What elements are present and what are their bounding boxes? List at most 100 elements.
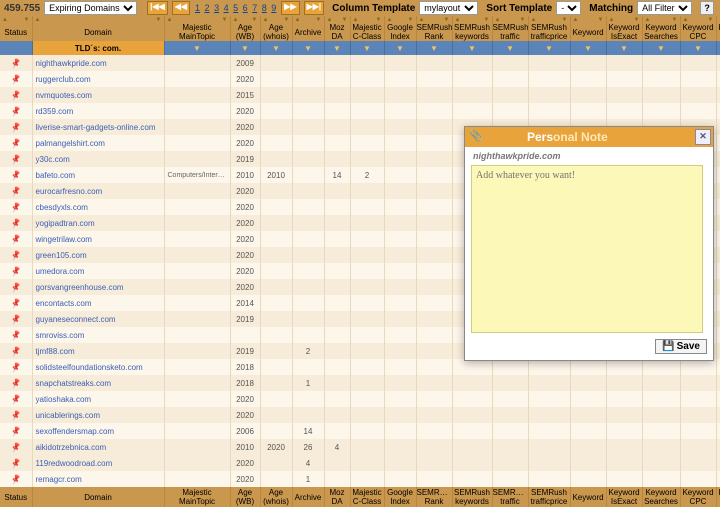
col-footer[interactable]: Age(whois) xyxy=(260,487,292,507)
pin-icon[interactable]: 📌 xyxy=(10,201,22,213)
col-header[interactable]: ▲▼KeywordCPC xyxy=(680,16,716,41)
sort-asc-icon[interactable]: ▲ xyxy=(573,17,579,23)
col-footer[interactable]: SEMRushkeywords xyxy=(452,487,492,507)
filter-icon[interactable]: ▼ xyxy=(333,44,341,53)
filter-icon[interactable]: ▼ xyxy=(468,44,476,53)
nav-first-button[interactable]: |◀◀ xyxy=(147,1,168,15)
col-footer[interactable]: KeywordValue xyxy=(716,487,720,507)
filter-cell[interactable]: ▼ xyxy=(324,41,350,55)
domain-link[interactable]: liverise-smart-gadgets-online.com xyxy=(36,123,156,132)
sort-asc-icon[interactable]: ▲ xyxy=(295,17,301,23)
col-header[interactable]: ▲▼Archive xyxy=(292,16,324,41)
sort-asc-icon[interactable]: ▲ xyxy=(233,17,239,23)
pin-icon[interactable]: 📌 xyxy=(10,393,22,405)
col-header[interactable]: ▲▼SEMRushkeywords xyxy=(452,16,492,41)
domain-link[interactable]: remagcr.com xyxy=(36,475,82,484)
col-header[interactable]: ▲▼Status xyxy=(0,16,32,41)
table-row[interactable]: 📌aikidotrzebnica.com20102020264 xyxy=(0,439,720,455)
pin-icon[interactable]: 📌 xyxy=(10,249,22,261)
filter-cell[interactable]: ▼ xyxy=(492,41,528,55)
table-row[interactable]: 📌nighthawkpride.com2009 xyxy=(0,55,720,71)
table-row[interactable]: 📌sexoffendersmap.com200614 xyxy=(0,423,720,439)
pin-icon[interactable]: 📌 xyxy=(10,185,22,197)
domain-link[interactable]: guyaneseconnect.com xyxy=(36,315,116,324)
domain-link[interactable]: 119redwoodroad.com xyxy=(36,459,113,468)
filter-icon[interactable]: ▼ xyxy=(694,44,702,53)
pin-icon[interactable]: 📌 xyxy=(10,73,22,85)
domain-link[interactable]: tjmf88.com xyxy=(36,347,75,356)
col-footer[interactable]: GoogleIndex xyxy=(384,487,416,507)
filter-icon[interactable]: ▼ xyxy=(430,44,438,53)
sort-desc-icon[interactable]: ▼ xyxy=(284,17,290,23)
filter-cell[interactable]: ▼ xyxy=(416,41,452,55)
col-footer[interactable]: Domain xyxy=(32,487,164,507)
pin-icon[interactable]: 📌 xyxy=(10,473,22,485)
col-footer[interactable]: KeywordSearches xyxy=(642,487,680,507)
pin-icon[interactable]: 📌 xyxy=(10,457,22,469)
table-row[interactable]: 📌yatioshaka.com2020 xyxy=(0,391,720,407)
filter-icon[interactable]: ▼ xyxy=(396,44,404,53)
filter-icon[interactable]: ▼ xyxy=(363,44,371,53)
sort-asc-icon[interactable]: ▲ xyxy=(419,17,425,23)
domain-link[interactable]: wingetrilaw.com xyxy=(36,235,92,244)
col-header[interactable]: ▲▼GoogleIndex xyxy=(384,16,416,41)
sort-desc-icon[interactable]: ▼ xyxy=(444,17,450,23)
pin-icon[interactable]: 📌 xyxy=(10,297,22,309)
pin-icon[interactable]: 📌 xyxy=(10,281,22,293)
note-save-button[interactable]: 💾Save xyxy=(655,339,707,354)
domain-link[interactable]: yatioshaka.com xyxy=(36,395,92,404)
sort-asc-icon[interactable]: ▲ xyxy=(353,17,359,23)
filter-icon[interactable]: ▼ xyxy=(304,44,312,53)
col-header[interactable]: ▲▼SEMRushtrafficprice xyxy=(528,16,570,41)
table-row[interactable]: 📌nvmquotes.com2015 xyxy=(0,87,720,103)
table-row[interactable]: 📌solidsteelfoundationsketo.com2018 xyxy=(0,359,720,375)
col-footer[interactable]: KeywordCPC xyxy=(680,487,716,507)
domain-link[interactable]: palmangelshirt.com xyxy=(36,139,105,148)
pin-icon[interactable]: 📌 xyxy=(10,409,22,421)
table-row[interactable]: 📌rd359.com2020 xyxy=(0,103,720,119)
sort-desc-icon[interactable]: ▼ xyxy=(222,17,228,23)
page-link[interactable]: 9 xyxy=(271,3,276,13)
pin-icon[interactable]: 📌 xyxy=(10,89,22,101)
filter-cell[interactable]: ▼ xyxy=(350,41,384,55)
column-template-select[interactable]: mylayout xyxy=(419,1,478,15)
col-header[interactable]: ▲▼Age(whois) xyxy=(260,16,292,41)
sort-asc-icon[interactable]: ▲ xyxy=(35,17,41,23)
domain-link[interactable]: aikidotrzebnica.com xyxy=(36,443,107,452)
pin-icon[interactable]: 📌 xyxy=(10,329,22,341)
col-footer[interactable]: MajesticC-Class xyxy=(350,487,384,507)
filter-cell[interactable]: ▼ xyxy=(452,41,492,55)
sort-desc-icon[interactable]: ▼ xyxy=(708,17,714,23)
col-header[interactable]: ▲▼KeywordIsExact xyxy=(606,16,642,41)
pin-icon[interactable]: 📌 xyxy=(10,265,22,277)
sort-asc-icon[interactable]: ▲ xyxy=(495,17,501,23)
col-footer[interactable]: MozDA xyxy=(324,487,350,507)
domain-link[interactable]: smroviss.com xyxy=(36,331,85,340)
col-header[interactable]: ▲▼MajesticC-Class xyxy=(350,16,384,41)
col-footer[interactable]: Keyword xyxy=(570,487,606,507)
pin-icon[interactable]: 📌 xyxy=(10,345,22,357)
pin-icon[interactable]: 📌 xyxy=(10,169,22,181)
domain-link[interactable]: nighthawkpride.com xyxy=(36,59,107,68)
domain-link[interactable]: encontacts.com xyxy=(36,299,92,308)
sort-asc-icon[interactable]: ▲ xyxy=(387,17,393,23)
filter-cell[interactable]: ▼ xyxy=(606,41,642,55)
col-footer[interactable]: SEMRushRank xyxy=(416,487,452,507)
page-link[interactable]: 3 xyxy=(214,3,219,13)
tld-filter[interactable]: TLD´s: com. xyxy=(32,41,164,55)
domain-link[interactable]: gorsvangreenhouse.com xyxy=(36,283,124,292)
col-header[interactable]: ▲▼SEMRushtraffic xyxy=(492,16,528,41)
nav-next-button[interactable]: ▶▶ xyxy=(281,1,299,15)
sort-asc-icon[interactable]: ▲ xyxy=(167,17,173,23)
listing-select[interactable]: Expiring Domains xyxy=(44,1,137,15)
page-link[interactable]: 8 xyxy=(262,3,267,13)
filter-icon[interactable]: ▼ xyxy=(272,44,280,53)
filter-cell[interactable]: ▼ xyxy=(292,41,324,55)
col-footer[interactable]: Archive xyxy=(292,487,324,507)
filter-cell[interactable]: ▼ xyxy=(642,41,680,55)
col-header[interactable]: ▲▼Keyword xyxy=(570,16,606,41)
filter-cell[interactable]: ▼ xyxy=(164,41,230,55)
pin-icon[interactable]: 📌 xyxy=(10,153,22,165)
table-row[interactable]: 📌unicablerings.com2020 xyxy=(0,407,720,423)
page-link[interactable]: 1 xyxy=(195,3,200,13)
